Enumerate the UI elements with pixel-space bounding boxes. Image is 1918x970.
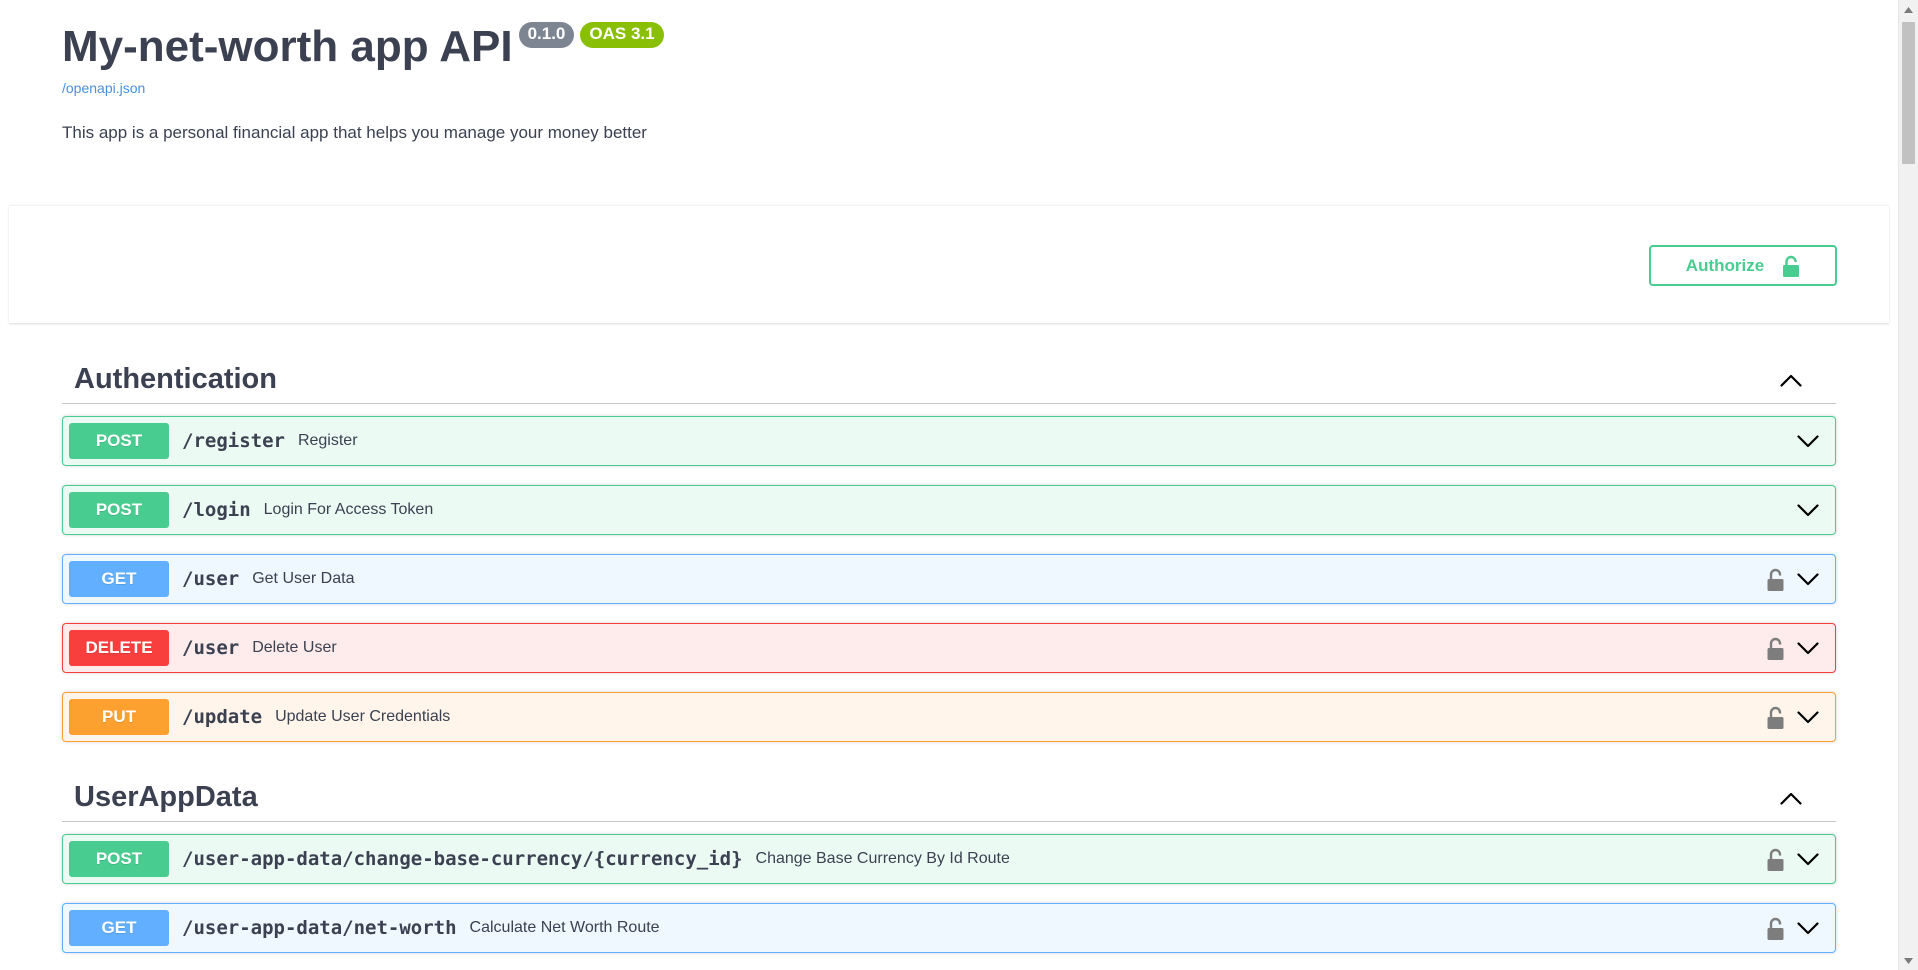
operation-summary: Get User Data [252, 570, 355, 587]
chevron-down-icon[interactable] [1795, 497, 1821, 523]
operation-controls [1795, 486, 1821, 534]
method-badge: POST [69, 492, 169, 528]
operation-row[interactable]: PUT/update Update User Credentials [62, 692, 1836, 742]
api-description: This app is a personal financial app tha… [62, 123, 647, 142]
chevron-down-icon[interactable] [1795, 566, 1821, 592]
scroll-up-arrow-icon[interactable] [1899, 0, 1918, 19]
method-badge: GET [69, 910, 169, 946]
chevron-down-icon[interactable] [1795, 635, 1821, 661]
chevron-down-icon[interactable] [1795, 704, 1821, 730]
tag-header[interactable]: Authentication [62, 355, 1836, 404]
tag-title: Authentication [74, 363, 277, 395]
operation-summary: Register [297, 432, 358, 449]
operation-path: /user-app-data/change-base-currency/{cur… [182, 848, 743, 870]
operation-row[interactable]: POST/login Login For Access Token [62, 485, 1836, 535]
operation-path: /user-app-data/net-worth [182, 917, 457, 939]
scroll-down-arrow-icon[interactable] [1899, 951, 1918, 970]
operation-row[interactable]: POST/register Register [62, 416, 1836, 466]
operation-controls [1765, 555, 1821, 603]
operation-controls [1765, 904, 1821, 952]
chevron-up-icon[interactable] [1776, 365, 1806, 395]
method-badge: PUT [69, 699, 169, 735]
operation-summary: Delete User [252, 639, 337, 656]
operation-row[interactable]: DELETE/user Delete User [62, 623, 1836, 673]
operation-path: /login [182, 499, 251, 521]
tag-section: Authentication POST/register Register POST /… [62, 355, 1836, 742]
auth-wrapper: Authorize [9, 205, 1889, 323]
method-badge: GET [69, 561, 169, 597]
lock-icon[interactable] [1765, 566, 1785, 592]
operation-path: /user [182, 568, 240, 590]
chevron-down-icon[interactable] [1795, 915, 1821, 941]
tag-title: UserAppData [74, 781, 258, 813]
operation-path: /user [182, 637, 240, 659]
lock-icon[interactable] [1765, 704, 1785, 730]
chevron-down-icon[interactable] [1795, 428, 1821, 454]
lock-icon[interactable] [1765, 846, 1785, 872]
authorize-button[interactable]: Authorize [1649, 245, 1837, 286]
oas-badge: OAS 3.1 [580, 22, 664, 48]
method-badge: POST [69, 423, 169, 459]
scroll-thumb[interactable] [1902, 22, 1915, 164]
unlock-icon [1782, 255, 1800, 277]
operation-path: /register [182, 430, 285, 452]
operation-summary: Update User Credentials [275, 708, 451, 725]
operation-controls [1795, 417, 1821, 465]
method-badge: DELETE [69, 630, 169, 666]
title-row: My-net-worth app API 0.1.0 OAS 3.1 [62, 20, 664, 74]
version-badge: 0.1.0 [518, 22, 575, 48]
operation-summary: Login For Access Token [263, 501, 434, 518]
operation-row[interactable]: POST/user-app-data/change-base-currency/… [62, 834, 1836, 884]
vertical-scrollbar[interactable] [1898, 0, 1918, 970]
lock-icon[interactable] [1765, 635, 1785, 661]
operation-path: /update [182, 706, 263, 728]
swagger-ui-page: My-net-worth app API 0.1.0 OAS 3.1 /open… [0, 0, 1898, 970]
lock-icon[interactable] [1765, 915, 1785, 941]
operation-controls [1765, 624, 1821, 672]
chevron-down-icon[interactable] [1795, 846, 1821, 872]
tag-header[interactable]: UserAppData [62, 773, 1836, 822]
method-badge: POST [69, 841, 169, 877]
operation-controls [1765, 693, 1821, 741]
operation-controls [1765, 835, 1821, 883]
authorize-label: Authorize [1685, 255, 1765, 275]
operation-row[interactable]: GET/user Get User Data [62, 554, 1836, 604]
api-title: My-net-worth app API [62, 22, 513, 71]
tag-section: UserAppData POST/user-app-data/change-bas… [62, 773, 1836, 953]
chevron-up-icon[interactable] [1776, 783, 1806, 813]
operation-row[interactable]: GET/user-app-data/net-worth Calculate Net… [62, 903, 1836, 953]
operation-summary: Calculate Net Worth Route [469, 919, 660, 936]
operation-summary: Change Base Currency By Id Route [755, 850, 1010, 867]
openapi-json-link[interactable]: /openapi.json [62, 80, 145, 96]
